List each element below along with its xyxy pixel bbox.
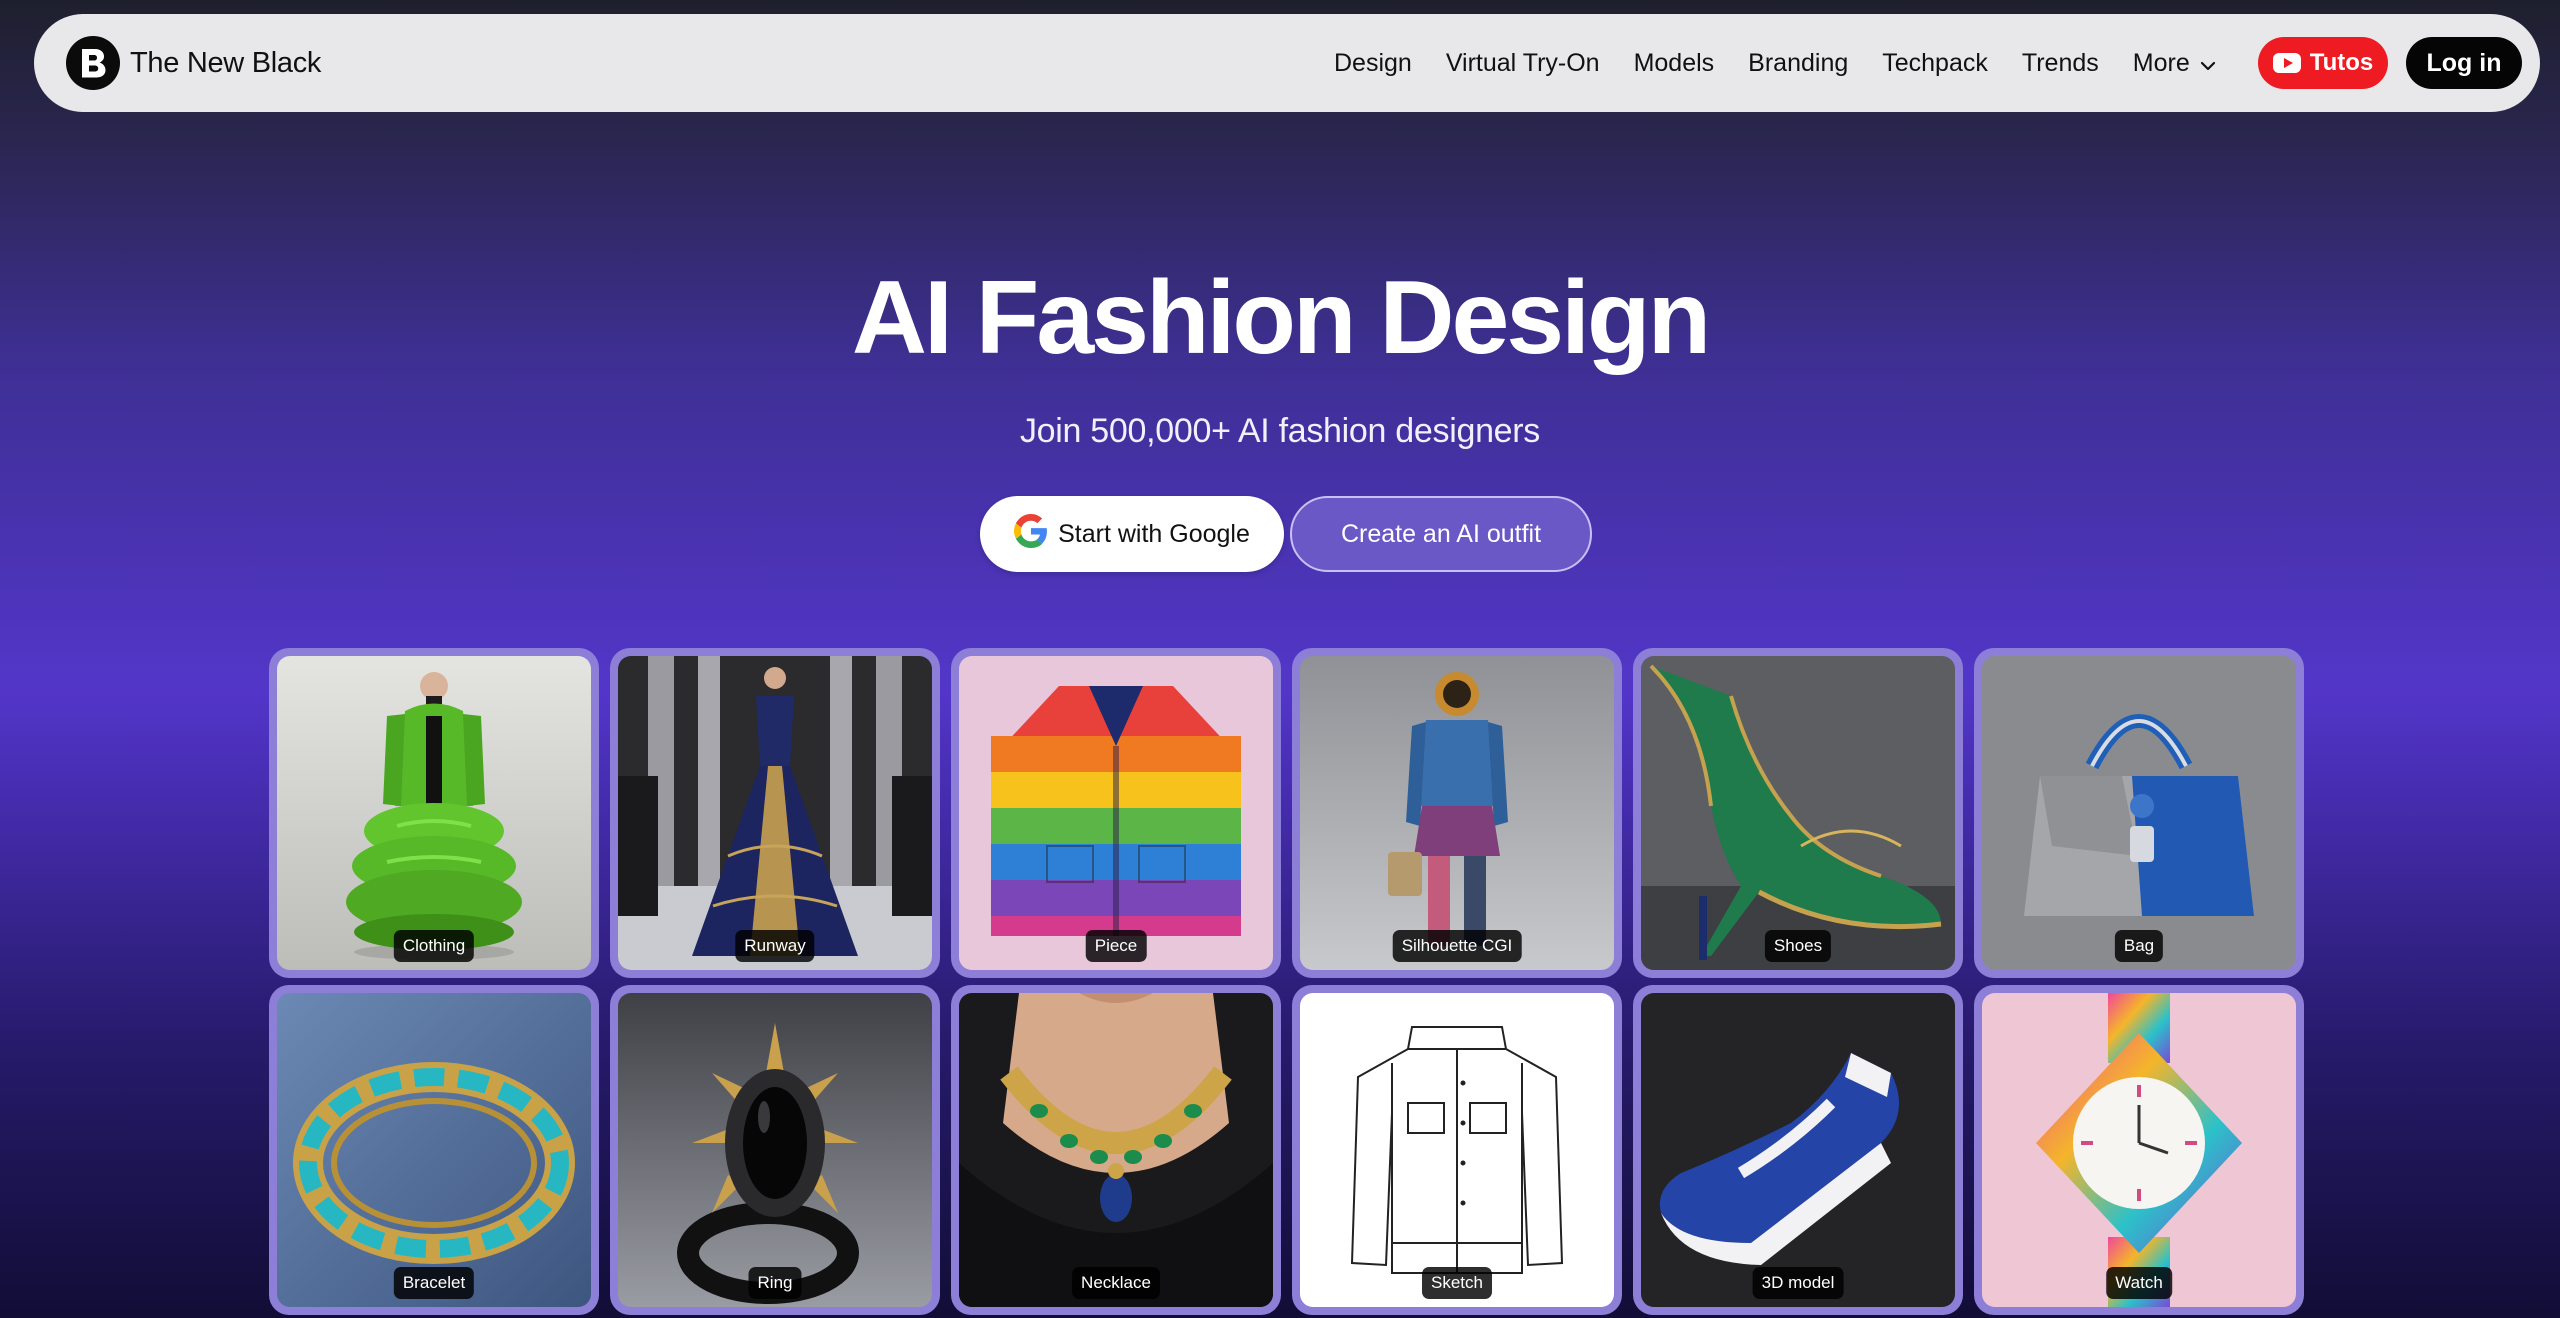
shoes-image (1641, 656, 1955, 970)
start-with-google-button[interactable]: Start with Google (980, 496, 1284, 572)
gallery-tile-3d-model[interactable]: 3D model (1633, 985, 1963, 1315)
tile-label: Shoes (1764, 930, 1832, 962)
nav-link-virtual-try-on[interactable]: Virtual Try-On (1446, 49, 1600, 78)
nav-link-design[interactable]: Design (1334, 49, 1412, 78)
chevron-down-icon (2200, 49, 2216, 78)
runway-image (618, 656, 932, 970)
google-icon (1014, 513, 1058, 555)
brand-logo[interactable]: The New Black (66, 36, 321, 90)
nav-links: Design Virtual Try-On Models Branding Te… (1334, 14, 2216, 112)
gallery-tile-clothing[interactable]: Clothing (269, 648, 599, 978)
hero-subtitle: Join 500,000+ AI fashion designers (1019, 412, 1541, 450)
silhouette-cgi-image (1300, 656, 1614, 970)
tutos-label: Tutos (2309, 49, 2374, 76)
sketch-image (1300, 993, 1614, 1307)
gallery-tile-runway[interactable]: Runway (610, 648, 940, 978)
tile-label: Sketch (1422, 1267, 1492, 1299)
tile-label: Silhouette CGI (1392, 930, 1522, 962)
gallery-tile-silhouette-cgi[interactable]: Silhouette CGI (1292, 648, 1622, 978)
tile-label: 3D model (1752, 1267, 1844, 1299)
tile-label: Piece (1085, 930, 1147, 962)
create-ai-outfit-button[interactable]: Create an AI outfit (1290, 496, 1592, 572)
nav-more-dropdown[interactable]: More (2133, 49, 2216, 78)
tile-label: Necklace (1072, 1267, 1160, 1299)
nav-link-branding[interactable]: Branding (1748, 49, 1848, 78)
hero-title: AI Fashion Design (851, 260, 1711, 376)
nav-link-trends[interactable]: Trends (2022, 49, 2099, 78)
nav-more-label: More (2132, 48, 2190, 77)
gallery-tile-bag[interactable]: Bag (1974, 648, 2304, 978)
gallery-tile-watch[interactable]: Watch (1974, 985, 2304, 1315)
tile-label: Bag (2114, 930, 2164, 962)
login-button[interactable]: Log in (2406, 37, 2522, 89)
google-cta-label: Start with Google (1058, 519, 1250, 548)
gallery-tile-necklace[interactable]: Necklace (951, 985, 1281, 1315)
gallery-tile-ring[interactable]: Ring (610, 985, 940, 1315)
necklace-image (959, 993, 1273, 1307)
tutos-button[interactable]: Tutos (2258, 37, 2388, 89)
gallery-tile-piece[interactable]: Piece (951, 648, 1281, 978)
logo-icon (66, 36, 120, 90)
bracelet-image (277, 993, 591, 1307)
youtube-icon (2272, 53, 2301, 73)
brand-name: The New Black (130, 46, 322, 79)
nav-link-models[interactable]: Models (1634, 49, 1715, 78)
tile-label: Clothing (393, 930, 475, 962)
tile-label: Bracelet (393, 1267, 475, 1299)
gallery-tile-bracelet[interactable]: Bracelet (269, 985, 599, 1315)
gallery-tile-sketch[interactable]: Sketch (1292, 985, 1622, 1315)
piece-image (959, 656, 1273, 970)
tile-label: Watch (2106, 1267, 2172, 1299)
gallery-tile-shoes[interactable]: Shoes (1633, 648, 1963, 978)
top-navbar: The New Black Design Virtual Try-On Mode… (34, 14, 2540, 112)
bag-image (1982, 656, 2296, 970)
ring-image (618, 993, 932, 1307)
watch-image (1982, 993, 2296, 1307)
tile-label: Runway (735, 930, 815, 962)
3d-model-image (1641, 993, 1955, 1307)
tile-label: Ring (748, 1267, 802, 1299)
clothing-image (277, 656, 591, 970)
nav-link-techpack[interactable]: Techpack (1882, 49, 1988, 78)
